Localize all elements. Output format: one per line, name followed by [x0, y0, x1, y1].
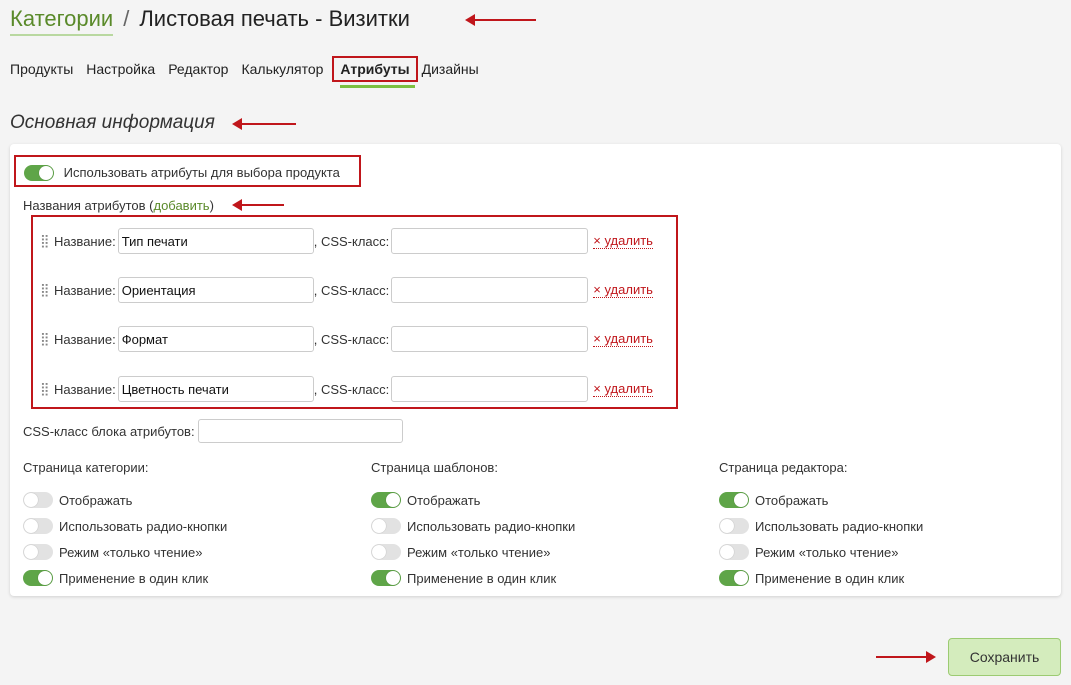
- drag-handle-icon[interactable]: ⣿: [40, 233, 50, 249]
- templates-page-column: Страница шаблонов: Отображать Использова…: [371, 460, 575, 591]
- delete-attribute-link[interactable]: × удалить: [593, 331, 653, 347]
- toggle-switch[interactable]: [719, 492, 749, 508]
- name-label: Название:: [54, 381, 116, 397]
- attribute-name-input[interactable]: [117, 277, 314, 303]
- attribute-row: ⣿ Название: , CSS-класс: × удалить: [40, 326, 653, 352]
- attribute-names-heading: Названия атрибутов (добавить): [23, 198, 214, 213]
- settings-card: Использовать атрибуты для выбора продукт…: [10, 144, 1061, 596]
- option-label: Применение в один клик: [407, 570, 557, 586]
- toggle-switch[interactable]: [23, 570, 53, 586]
- attribute-css-input[interactable]: [391, 228, 589, 254]
- attributes-list: ⣿ Название: , CSS-класс: × удалить ⣿ Наз…: [31, 215, 678, 409]
- attribute-name-input[interactable]: [117, 326, 314, 352]
- use-attributes-label: Использовать атрибуты для выбора продукт…: [63, 165, 340, 181]
- option-label: Режим «только чтение»: [59, 544, 203, 560]
- breadcrumb-separator: /: [123, 6, 130, 31]
- toggle-switch[interactable]: [371, 570, 401, 586]
- tab-products[interactable]: Продукты: [10, 60, 73, 78]
- option-label: Отображать: [407, 492, 481, 508]
- toggle-switch[interactable]: [719, 570, 749, 586]
- option-row: Применение в один клик: [371, 565, 575, 591]
- css-label: , CSS-класс:: [313, 282, 390, 298]
- drag-handle-icon[interactable]: ⣿: [40, 381, 50, 397]
- use-attributes-toggle[interactable]: [24, 164, 54, 181]
- annotation-arrow-title: [465, 14, 536, 26]
- option-row: Режим «только чтение»: [23, 539, 227, 565]
- use-attributes-row: Использовать атрибуты для выбора продукт…: [14, 155, 361, 187]
- save-button[interactable]: Сохранить: [948, 638, 1061, 676]
- toggle-switch[interactable]: [23, 518, 53, 534]
- toggle-switch[interactable]: [23, 492, 53, 508]
- block-css-label: CSS-класс блока атрибутов:: [23, 423, 195, 439]
- toggle-switch[interactable]: [719, 518, 749, 534]
- css-label: , CSS-класс:: [313, 381, 390, 397]
- toggle-switch[interactable]: [371, 492, 401, 508]
- annotation-arrow-add: [232, 199, 284, 211]
- tab-editor[interactable]: Редактор: [168, 60, 228, 78]
- css-label: , CSS-класс:: [313, 233, 390, 249]
- css-label: , CSS-класс:: [313, 331, 390, 347]
- block-css-input[interactable]: [197, 419, 403, 443]
- option-label: Использовать радио-кнопки: [59, 518, 228, 534]
- option-row: Режим «только чтение»: [371, 539, 575, 565]
- delete-attribute-link[interactable]: × удалить: [593, 381, 653, 397]
- editor-page-column: Страница редактора: Отображать Использов…: [719, 460, 923, 591]
- attribute-row: ⣿ Название: , CSS-класс: × удалить: [40, 376, 653, 402]
- add-attribute-link[interactable]: добавить: [153, 198, 209, 213]
- attribute-css-input[interactable]: [391, 277, 589, 303]
- option-row: Отображать: [371, 487, 575, 513]
- delete-attribute-link[interactable]: × удалить: [593, 233, 653, 249]
- name-label: Название:: [54, 282, 116, 298]
- option-row: Использовать радио-кнопки: [371, 513, 575, 539]
- option-label: Применение в один клик: [755, 570, 905, 586]
- option-row: Использовать радио-кнопки: [719, 513, 923, 539]
- column-title: Страница редактора:: [719, 460, 848, 475]
- annotation-arrow-save: [876, 651, 936, 663]
- category-page-column: Страница категории: Отображать Использов…: [23, 460, 227, 591]
- annotation-arrow-section: [232, 118, 296, 130]
- drag-handle-icon[interactable]: ⣿: [40, 282, 50, 298]
- option-row: Отображать: [23, 487, 227, 513]
- attribute-names-label: Названия атрибутов: [23, 198, 146, 213]
- option-label: Применение в один клик: [59, 570, 209, 586]
- tab-designs[interactable]: Дизайны: [422, 60, 479, 78]
- name-label: Название:: [54, 331, 116, 347]
- tab-bar: Продукты Настройка Редактор Калькулятор …: [10, 56, 492, 88]
- name-label: Название:: [54, 233, 116, 249]
- toggle-switch[interactable]: [371, 544, 401, 560]
- attribute-css-input[interactable]: [391, 326, 589, 352]
- toggle-switch[interactable]: [23, 544, 53, 560]
- option-row: Отображать: [719, 487, 923, 513]
- column-title: Страница шаблонов:: [371, 460, 498, 475]
- column-title: Страница категории:: [23, 460, 149, 475]
- tab-attributes[interactable]: Атрибуты: [332, 56, 418, 88]
- delete-attribute-link[interactable]: × удалить: [593, 282, 653, 298]
- tab-settings[interactable]: Настройка: [86, 60, 155, 78]
- attribute-name-input[interactable]: [117, 228, 314, 254]
- attribute-row: ⣿ Название: , CSS-класс: × удалить: [40, 277, 653, 303]
- attribute-row: ⣿ Название: , CSS-класс: × удалить: [40, 228, 653, 254]
- option-row: Использовать радио-кнопки: [23, 513, 227, 539]
- toggle-switch[interactable]: [371, 518, 401, 534]
- attribute-name-input[interactable]: [117, 376, 314, 402]
- paren-close: ): [209, 198, 214, 213]
- option-row: Применение в один клик: [719, 565, 923, 591]
- option-label: Режим «только чтение»: [755, 544, 899, 560]
- section-title: Основная информация: [10, 112, 215, 133]
- page-title: Листовая печать - Визитки: [139, 6, 410, 31]
- breadcrumb: Категории / Листовая печать - Визитки: [10, 6, 410, 36]
- option-row: Режим «только чтение»: [719, 539, 923, 565]
- breadcrumb-categories-link[interactable]: Категории: [10, 6, 114, 36]
- toggle-switch[interactable]: [719, 544, 749, 560]
- option-label: Отображать: [59, 492, 133, 508]
- option-label: Использовать радио-кнопки: [755, 518, 924, 534]
- drag-handle-icon[interactable]: ⣿: [40, 331, 50, 347]
- block-css-row: CSS-класс блока атрибутов:: [23, 419, 403, 443]
- option-label: Режим «только чтение»: [407, 544, 551, 560]
- option-label: Использовать радио-кнопки: [407, 518, 576, 534]
- tab-calculator[interactable]: Калькулятор: [241, 60, 323, 78]
- option-label: Отображать: [755, 492, 829, 508]
- attribute-css-input[interactable]: [391, 376, 589, 402]
- option-row: Применение в один клик: [23, 565, 227, 591]
